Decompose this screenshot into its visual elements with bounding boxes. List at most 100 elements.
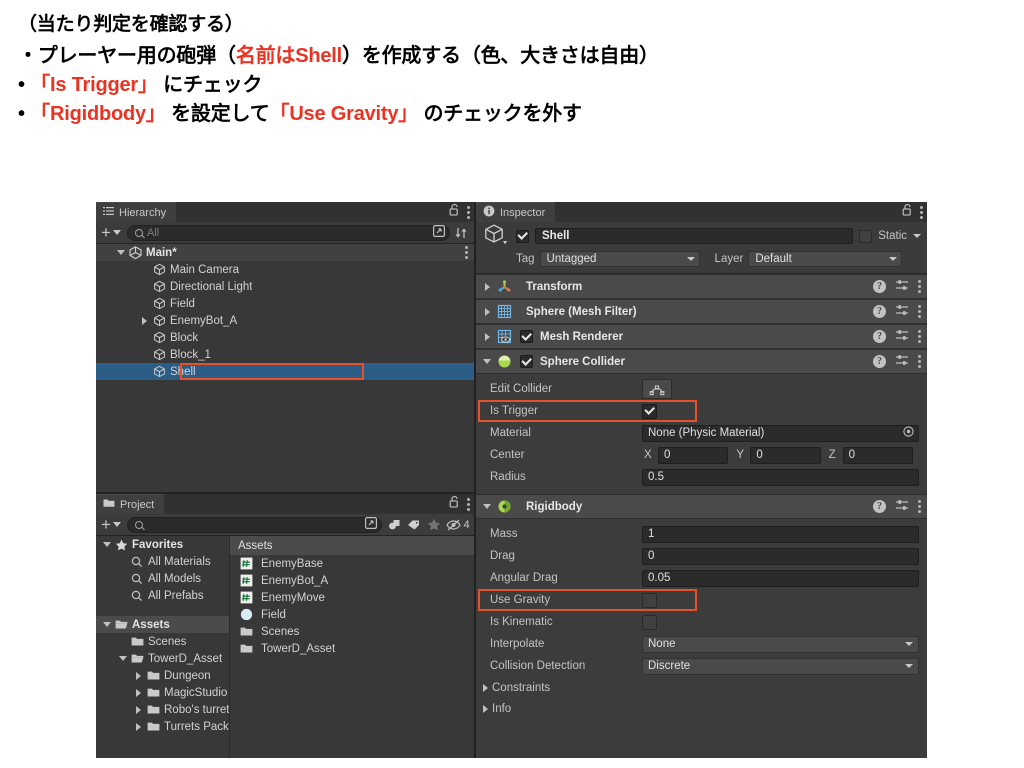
kebab-menu-icon[interactable] [918, 330, 921, 343]
project-tree-item-robosturret[interactable]: Robo's turret [96, 701, 229, 718]
tab-hierarchy[interactable]: Hierarchy [96, 202, 177, 222]
create-asset-button[interactable]: + [98, 516, 125, 534]
chevron-right-icon[interactable] [479, 282, 495, 291]
chevron-down-icon[interactable] [479, 359, 495, 364]
hierarchy-item-main[interactable]: Main* [96, 244, 474, 261]
text-field-mass[interactable]: 1 [642, 525, 919, 543]
component-enable-checkbox-meshrenderer[interactable] [520, 330, 533, 343]
hierarchy-item-maincamera[interactable]: Main Camera [96, 261, 474, 278]
dropdown-collisiondetection[interactable]: Discrete [642, 657, 919, 675]
kebab-menu-icon[interactable] [467, 497, 470, 511]
filter-by-type-button[interactable] [384, 516, 404, 534]
project-content-pane[interactable]: Assets EnemyBase EnemyBot_A EnemyMove Field… [230, 536, 474, 758]
layer-dropdown[interactable]: Default [748, 250, 903, 267]
hierarchy-sort-button[interactable] [452, 224, 472, 242]
preset-icon[interactable] [895, 278, 909, 296]
search-by-type-icon[interactable] [365, 516, 378, 534]
component-header-meshrenderer[interactable]: Mesh Renderer? [476, 324, 927, 349]
vector-field-z[interactable]: 0 [842, 446, 913, 464]
kebab-menu-icon[interactable] [467, 205, 470, 219]
component-header-spheremeshfilter[interactable]: Sphere (Mesh Filter)? [476, 299, 927, 324]
hierarchy-search-input[interactable]: All [126, 224, 450, 242]
help-icon[interactable]: ? [873, 305, 886, 318]
hierarchy-tree[interactable]: Main* Main Camera Directional Light Field En… [96, 244, 474, 492]
static-checkbox[interactable] [859, 229, 873, 243]
filter-by-label-button[interactable] [404, 516, 424, 534]
project-folder-tree[interactable]: Favorites All Materials All Models All Pref… [96, 536, 230, 758]
component-header-spherecollider[interactable]: Sphere Collider? [476, 349, 927, 374]
tab-project[interactable]: Project [96, 494, 165, 514]
help-icon[interactable]: ? [873, 500, 886, 513]
chevron-right-icon[interactable] [138, 316, 151, 325]
project-tree-item-turretspack[interactable]: Turrets Pack [96, 718, 229, 735]
tab-inspector[interactable]: Inspector [476, 202, 556, 222]
project-tree-item-allmodels[interactable]: All Models [96, 570, 229, 587]
chevron-right-icon[interactable] [132, 722, 145, 731]
chevron-right-icon[interactable] [478, 683, 492, 692]
object-active-checkbox[interactable] [516, 229, 529, 243]
chevron-down-icon[interactable] [116, 656, 129, 661]
text-field-drag[interactable]: 0 [642, 547, 919, 565]
object-field-material[interactable]: None (Physic Material) [642, 424, 919, 442]
chevron-right-icon[interactable] [132, 688, 145, 697]
preset-icon[interactable] [895, 498, 909, 516]
chevron-right-icon[interactable] [132, 671, 145, 680]
kebab-menu-icon[interactable] [918, 305, 921, 318]
hierarchy-item-field[interactable]: Field [96, 295, 474, 312]
hierarchy-item-block_1[interactable]: Block_1 [96, 346, 474, 363]
text-field-angulardrag[interactable]: 0.05 [642, 569, 919, 587]
vector-field-x[interactable]: 0 [658, 446, 729, 464]
static-dropdown-chevron-icon[interactable] [913, 234, 921, 238]
help-icon[interactable]: ? [873, 280, 886, 293]
hierarchy-item-directionallight[interactable]: Directional Light [96, 278, 474, 295]
object-name-field[interactable]: Shell [535, 228, 854, 244]
components-container[interactable]: Transform? Sphere (Mesh Filter)? Mesh Rend… [476, 274, 927, 758]
chevron-right-icon[interactable] [479, 332, 495, 341]
lock-open-icon[interactable] [449, 495, 460, 513]
help-icon[interactable]: ? [873, 355, 886, 368]
chevron-right-icon[interactable] [132, 705, 145, 714]
chevron-down-icon[interactable] [100, 542, 113, 547]
create-gameobject-button[interactable]: + [98, 224, 125, 242]
component-enable-checkbox-spherecollider[interactable] [520, 355, 533, 368]
asset-item-enemybase[interactable]: EnemyBase [230, 555, 474, 572]
chevron-right-icon[interactable] [479, 307, 495, 316]
project-tree-item-favorites[interactable]: Favorites [96, 536, 229, 553]
asset-item-enemybota[interactable]: EnemyBot_A [230, 572, 474, 589]
favorites-star-button[interactable] [424, 516, 444, 534]
project-tree-item-allprefabs[interactable]: All Prefabs [96, 587, 229, 604]
search-by-type-icon[interactable] [433, 224, 446, 242]
lock-open-icon[interactable] [902, 203, 913, 221]
project-tree-item-magicstudio[interactable]: MagicStudio [96, 684, 229, 701]
chevron-down-icon[interactable] [100, 622, 113, 627]
project-tree-item-scenes[interactable]: Scenes [96, 633, 229, 650]
asset-item-towerdasset[interactable]: TowerD_Asset [230, 640, 474, 657]
preset-icon[interactable] [895, 303, 909, 321]
chevron-down-icon[interactable] [479, 504, 495, 509]
asset-item-enemymove[interactable]: EnemyMove [230, 589, 474, 606]
checkbox-usegravity[interactable] [642, 592, 657, 608]
asset-item-scenes[interactable]: Scenes [230, 623, 474, 640]
object-picker-icon[interactable] [903, 426, 918, 440]
hidden-packages-button[interactable]: 4 [444, 516, 472, 534]
preset-icon[interactable] [895, 353, 909, 371]
help-icon[interactable]: ? [873, 330, 886, 343]
checkbox-iskinematic[interactable] [642, 614, 657, 630]
project-tree-item-allmaterials[interactable]: All Materials [96, 553, 229, 570]
hierarchy-item-enemybot_a[interactable]: EnemyBot_A [96, 312, 474, 329]
project-search-input[interactable] [126, 516, 382, 534]
chevron-right-icon[interactable] [478, 704, 492, 713]
kebab-menu-icon[interactable] [920, 205, 923, 219]
asset-list[interactable]: EnemyBase EnemyBot_A EnemyMove Field Scenes T… [230, 555, 474, 657]
hierarchy-item-block[interactable]: Block [96, 329, 474, 346]
project-tree-item-dungeon[interactable]: Dungeon [96, 667, 229, 684]
preset-icon[interactable] [895, 328, 909, 346]
kebab-menu-icon[interactable] [918, 355, 921, 368]
project-tree-item-towerdasset[interactable]: TowerD_Asset [96, 650, 229, 667]
foldout-info[interactable]: Info [476, 698, 927, 719]
tag-dropdown[interactable]: Untagged [539, 250, 700, 267]
foldout-constraints[interactable]: Constraints [476, 677, 927, 698]
hierarchy-item-shell[interactable]: Shell [96, 363, 474, 380]
component-header-transform[interactable]: Transform? [476, 274, 927, 299]
project-tree-item-assets[interactable]: Assets [96, 616, 229, 633]
